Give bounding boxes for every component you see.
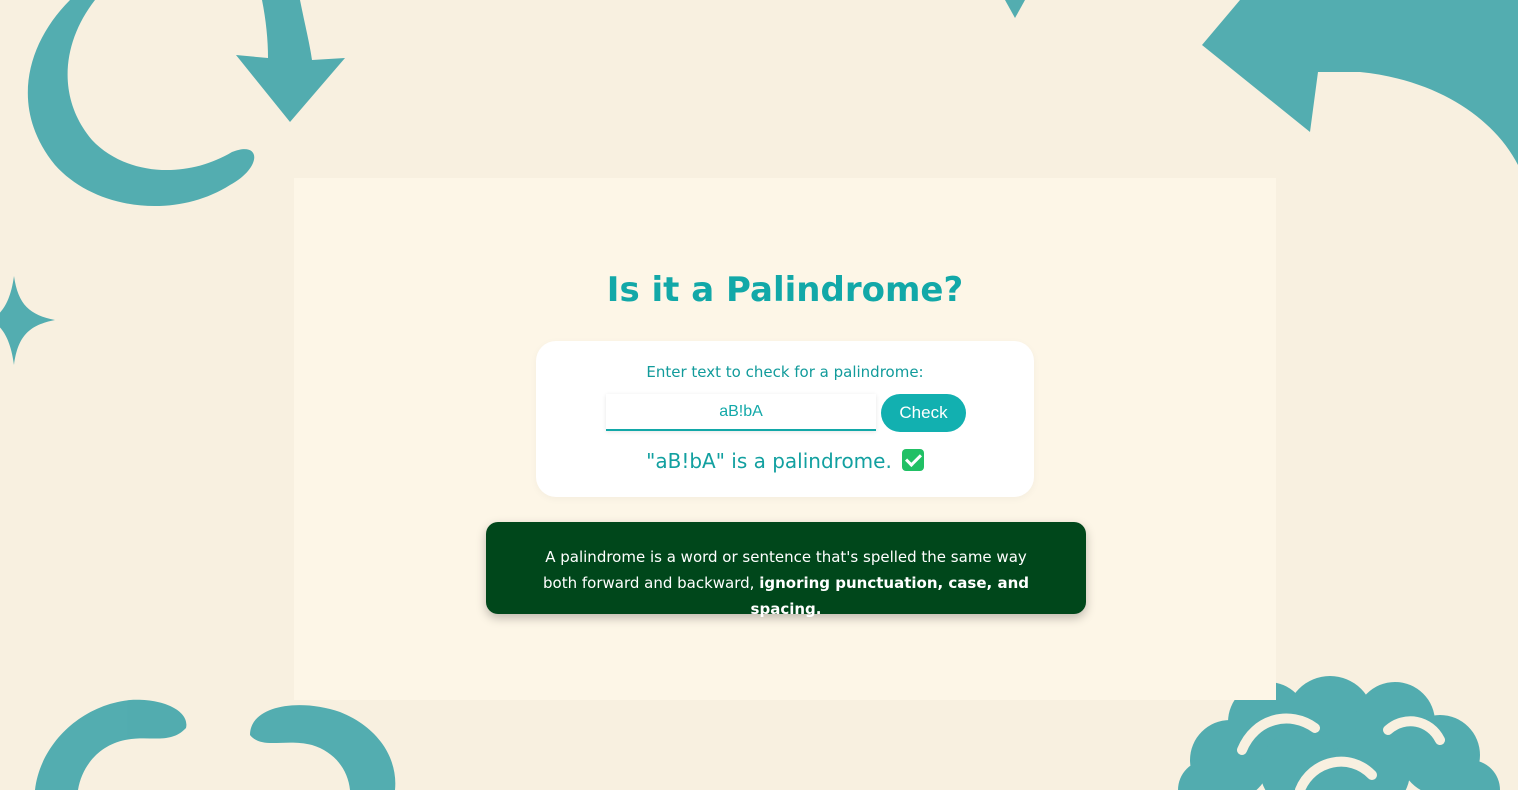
text-input[interactable] (606, 394, 876, 431)
check-button[interactable]: Check (881, 394, 966, 432)
definition-emphasis: ignoring punctuation, case, and spacing. (750, 574, 1029, 618)
check-mark-icon (901, 449, 924, 471)
main-container: Is it a Palindrome? Enter text to check … (294, 178, 1276, 700)
result-text: "aB!bA" is a palindrome. (646, 449, 892, 473)
palindrome-checker-card: Enter text to check for a palindrome: Ch… (536, 341, 1034, 497)
page-title: Is it a Palindrome? (606, 270, 964, 310)
palindrome-definition: A palindrome is a word or sentence that'… (486, 522, 1086, 618)
result-message: "aB!bA" is a palindrome. (536, 449, 1034, 473)
text-input-label: Enter text to check for a palindrome: (646, 363, 924, 381)
